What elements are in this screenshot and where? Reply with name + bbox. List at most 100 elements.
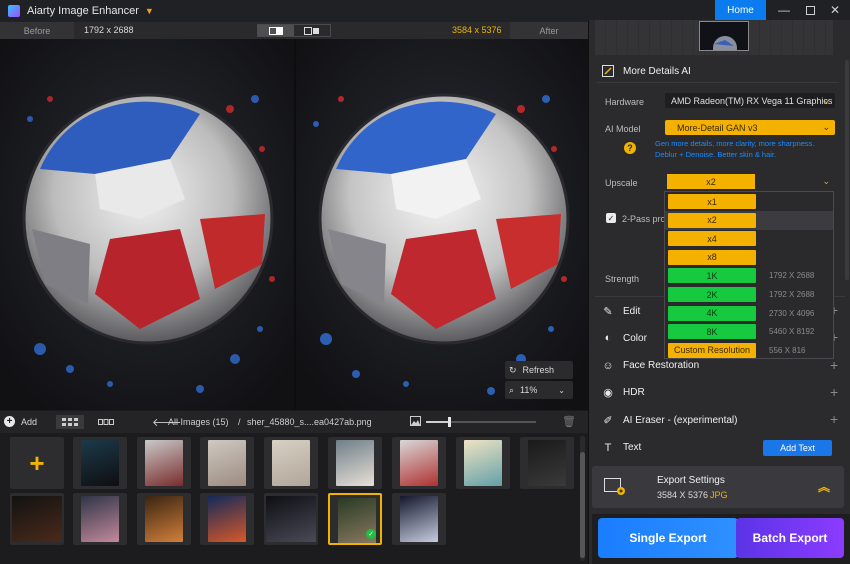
breadcrumb-all-images[interactable]: All Images (15) bbox=[168, 417, 229, 427]
batch-export-button[interactable]: Batch Export bbox=[736, 518, 844, 558]
upscale-option[interactable]: 2K bbox=[668, 287, 756, 302]
section-label: Face Restoration bbox=[623, 360, 700, 372]
section-color[interactable]: ◐ Color bbox=[601, 331, 647, 345]
trash-icon[interactable]: 🗑 bbox=[562, 415, 576, 428]
section-edit[interactable]: ✎ Edit bbox=[601, 304, 640, 318]
thumbnail-image bbox=[528, 440, 566, 486]
upscale-dropdown-menu: x1 x2 x4 x8 1K 1792 X 2688 2K 1792 X 2688 4K 2730… bbox=[664, 191, 834, 359]
section-ai-eraser[interactable]: ✐ AI Eraser - (experimental) bbox=[601, 413, 737, 427]
refresh-label: Refresh bbox=[522, 365, 555, 375]
chevron-down-icon: ⌄ bbox=[822, 122, 830, 132]
thumbnail-image bbox=[464, 440, 502, 486]
upscale-option[interactable]: 8K bbox=[668, 324, 756, 340]
gallery-thumbnail[interactable] bbox=[73, 493, 127, 545]
view-mode-toggle[interactable] bbox=[257, 24, 331, 37]
gallery-thumbnail[interactable] bbox=[264, 437, 318, 489]
refresh-icon: ↻ bbox=[509, 364, 517, 375]
gallery-thumbnail[interactable] bbox=[137, 437, 191, 489]
gallery-toolbar: + Add 🡐 All Images (15) / sher_45880_s..… bbox=[0, 411, 588, 433]
gallery-thumbnail[interactable] bbox=[328, 437, 382, 489]
section-label: Text bbox=[623, 442, 642, 453]
single-export-button[interactable]: Single Export bbox=[598, 518, 738, 558]
before-tab[interactable]: Before bbox=[0, 22, 74, 39]
help-icon[interactable]: ? bbox=[624, 142, 636, 154]
image-viewer[interactable]: ↻ Refresh ⌕ 11% ⌄ bbox=[0, 39, 588, 410]
add-image-tile[interactable]: + bbox=[10, 437, 64, 489]
gallery-scrollbar[interactable] bbox=[580, 436, 585, 561]
section-title: More Details AI bbox=[623, 65, 691, 77]
app-logo-icon bbox=[8, 5, 20, 17]
ai-model-select[interactable]: More-Detail GAN v3 ⌄ bbox=[665, 120, 835, 135]
side-by-side-view-icon[interactable] bbox=[294, 25, 330, 36]
split-view-icon[interactable] bbox=[258, 25, 294, 36]
add-label: Add bbox=[21, 416, 38, 427]
strip-view-icon[interactable] bbox=[92, 415, 120, 429]
add-images-button[interactable]: + Add bbox=[4, 416, 37, 427]
upscale-option[interactable]: x4 bbox=[668, 231, 756, 247]
two-pass-checkbox[interactable]: ✓ bbox=[606, 213, 616, 223]
expand-plus-icon[interactable]: + bbox=[830, 411, 838, 427]
gallery-thumbnail[interactable] bbox=[73, 437, 127, 489]
color-icon: ◐ bbox=[604, 332, 612, 345]
thumbnail-image bbox=[12, 496, 62, 542]
add-icon: + bbox=[4, 416, 15, 427]
section-text[interactable]: T Text bbox=[601, 441, 642, 455]
upscale-option[interactable]: 4K bbox=[668, 305, 756, 321]
thumbnail-image bbox=[208, 496, 246, 542]
ai-model-label: AI Model bbox=[605, 124, 641, 134]
thumbnail-image bbox=[81, 496, 119, 542]
enhance-icon bbox=[601, 64, 615, 78]
section-face-restoration[interactable]: ☺ Face Restoration bbox=[601, 359, 699, 373]
upscale-option-resolution: 2730 X 4096 bbox=[769, 308, 815, 318]
divider bbox=[597, 82, 839, 83]
gallery-thumbnail[interactable] bbox=[520, 437, 574, 489]
image-gallery: + ✓ bbox=[0, 433, 588, 564]
upscale-option-resolution: 556 X 816 bbox=[769, 345, 806, 355]
gallery-thumbnail[interactable] bbox=[392, 493, 446, 545]
gallery-thumbnail[interactable]: ✓ bbox=[328, 493, 382, 545]
close-icon[interactable]: ✕ bbox=[822, 0, 848, 20]
hardware-select[interactable]: AMD Radeon(TM) RX Vega 11 Graphics ⌄ bbox=[665, 93, 835, 108]
refresh-button[interactable]: ↻ Refresh bbox=[505, 361, 573, 379]
section-hdr[interactable]: ◉ HDR bbox=[601, 386, 644, 400]
chevron-down-icon[interactable]: ▼ bbox=[145, 6, 154, 16]
gallery-thumbnail[interactable] bbox=[200, 437, 254, 489]
export-settings-title: Export Settings bbox=[657, 475, 725, 486]
thumbnail-image bbox=[266, 496, 316, 542]
slider-handle[interactable] bbox=[448, 417, 452, 427]
section-label: Edit bbox=[623, 305, 641, 317]
chevron-up-icon: ⌄ bbox=[822, 176, 830, 186]
thumbnail-image bbox=[81, 440, 119, 486]
gallery-thumbnail[interactable] bbox=[10, 493, 64, 545]
thumbnail-image bbox=[400, 496, 438, 542]
thumbnail-size-slider[interactable] bbox=[426, 417, 536, 427]
maximize-icon[interactable] bbox=[797, 0, 823, 20]
upscale-option[interactable]: x1 bbox=[668, 194, 756, 209]
upscale-option[interactable]: Custom Resolution bbox=[668, 342, 756, 358]
expand-plus-icon[interactable]: + bbox=[830, 384, 838, 400]
upscale-select[interactable]: x2 ⌄ bbox=[665, 174, 835, 189]
minimize-icon[interactable]: — bbox=[771, 0, 797, 20]
ai-model-hint-2: Deblur + Denoise. Better skin & hair. bbox=[655, 150, 777, 159]
upscale-option[interactable]: x2 bbox=[668, 212, 756, 228]
grid-view-icon[interactable] bbox=[56, 415, 84, 429]
export-settings-card[interactable]: Export Settings 3584 X 5376 JPG ︽ bbox=[592, 466, 844, 508]
preview-thumbnail[interactable] bbox=[699, 21, 749, 51]
gallery-thumbnail[interactable] bbox=[392, 437, 446, 489]
gallery-thumbnail[interactable] bbox=[264, 493, 318, 545]
after-tab[interactable]: After bbox=[510, 22, 588, 39]
upscale-option[interactable]: x8 bbox=[668, 249, 756, 265]
add-text-button[interactable]: Add Text bbox=[763, 440, 832, 456]
upscale-option[interactable]: 1K bbox=[668, 268, 756, 284]
scrollbar-thumb[interactable] bbox=[580, 452, 585, 558]
before-resolution: 1792 x 2688 bbox=[84, 25, 134, 35]
home-button[interactable]: Home bbox=[715, 0, 766, 20]
zoom-select[interactable]: ⌕ 11% ⌄ bbox=[505, 381, 573, 399]
ai-eraser-icon: ✐ bbox=[603, 414, 613, 427]
gallery-thumbnail[interactable] bbox=[456, 437, 510, 489]
check-icon: ✓ bbox=[366, 529, 376, 539]
gallery-thumbnail[interactable] bbox=[137, 493, 191, 545]
panel-scrollbar[interactable] bbox=[845, 60, 849, 280]
gallery-thumbnail[interactable] bbox=[200, 493, 254, 545]
chevron-double-up-icon[interactable]: ︽ bbox=[818, 478, 830, 495]
